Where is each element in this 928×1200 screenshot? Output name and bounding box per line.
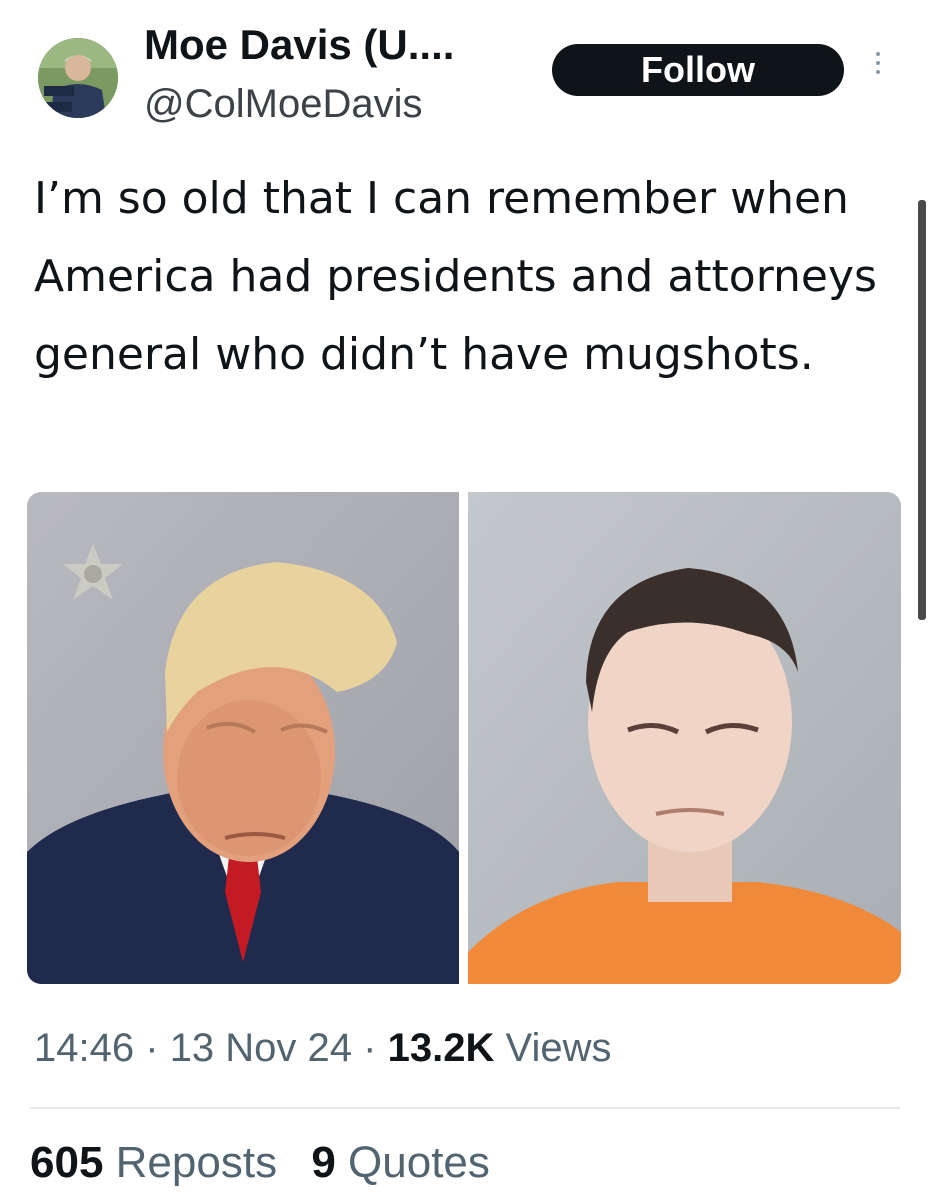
quotes-stat[interactable]: 9 Quotes [311, 1137, 490, 1189]
tweet-time: 14:46 [34, 1026, 135, 1070]
avatar-photo-icon [38, 38, 118, 118]
tweet-media[interactable] [27, 492, 901, 984]
photo-icon [468, 492, 901, 984]
mugshot-right-image[interactable] [468, 492, 901, 984]
follow-button[interactable]: Follow [552, 44, 844, 96]
divider [30, 1107, 900, 1109]
quotes-count: 9 [311, 1138, 336, 1187]
tweet-stats: 605 Reposts 9 Quotes [30, 1137, 512, 1189]
author-handle[interactable]: @ColMoeDavis [144, 80, 422, 128]
photo-icon [27, 492, 459, 984]
meta-separator: · [363, 1026, 377, 1070]
tweet-text: I’m so old that I can remember when Amer… [34, 173, 877, 380]
tweet-header: Moe Davis (U.... @ColMoeDavis Follow [0, 0, 928, 150]
tweet-date: 13 Nov 24 [169, 1026, 353, 1070]
quotes-label: Quotes [348, 1138, 490, 1187]
meta-separator: · [145, 1026, 159, 1070]
mugshot-left-image[interactable] [27, 492, 459, 984]
reposts-stat[interactable]: 605 Reposts [30, 1137, 277, 1189]
author-display-name[interactable]: Moe Davis (U.... [144, 20, 454, 70]
reposts-count: 605 [30, 1138, 104, 1187]
views-count: 13.2K [387, 1026, 495, 1070]
avatar[interactable] [38, 38, 118, 118]
more-vertical-icon[interactable] [872, 52, 884, 86]
scrollbar[interactable] [918, 200, 926, 620]
reposts-label: Reposts [115, 1138, 278, 1187]
views-label: Views [505, 1026, 612, 1070]
tweet-meta: 14:46 · 13 Nov 24 · 13.2K Views [34, 1024, 611, 1072]
